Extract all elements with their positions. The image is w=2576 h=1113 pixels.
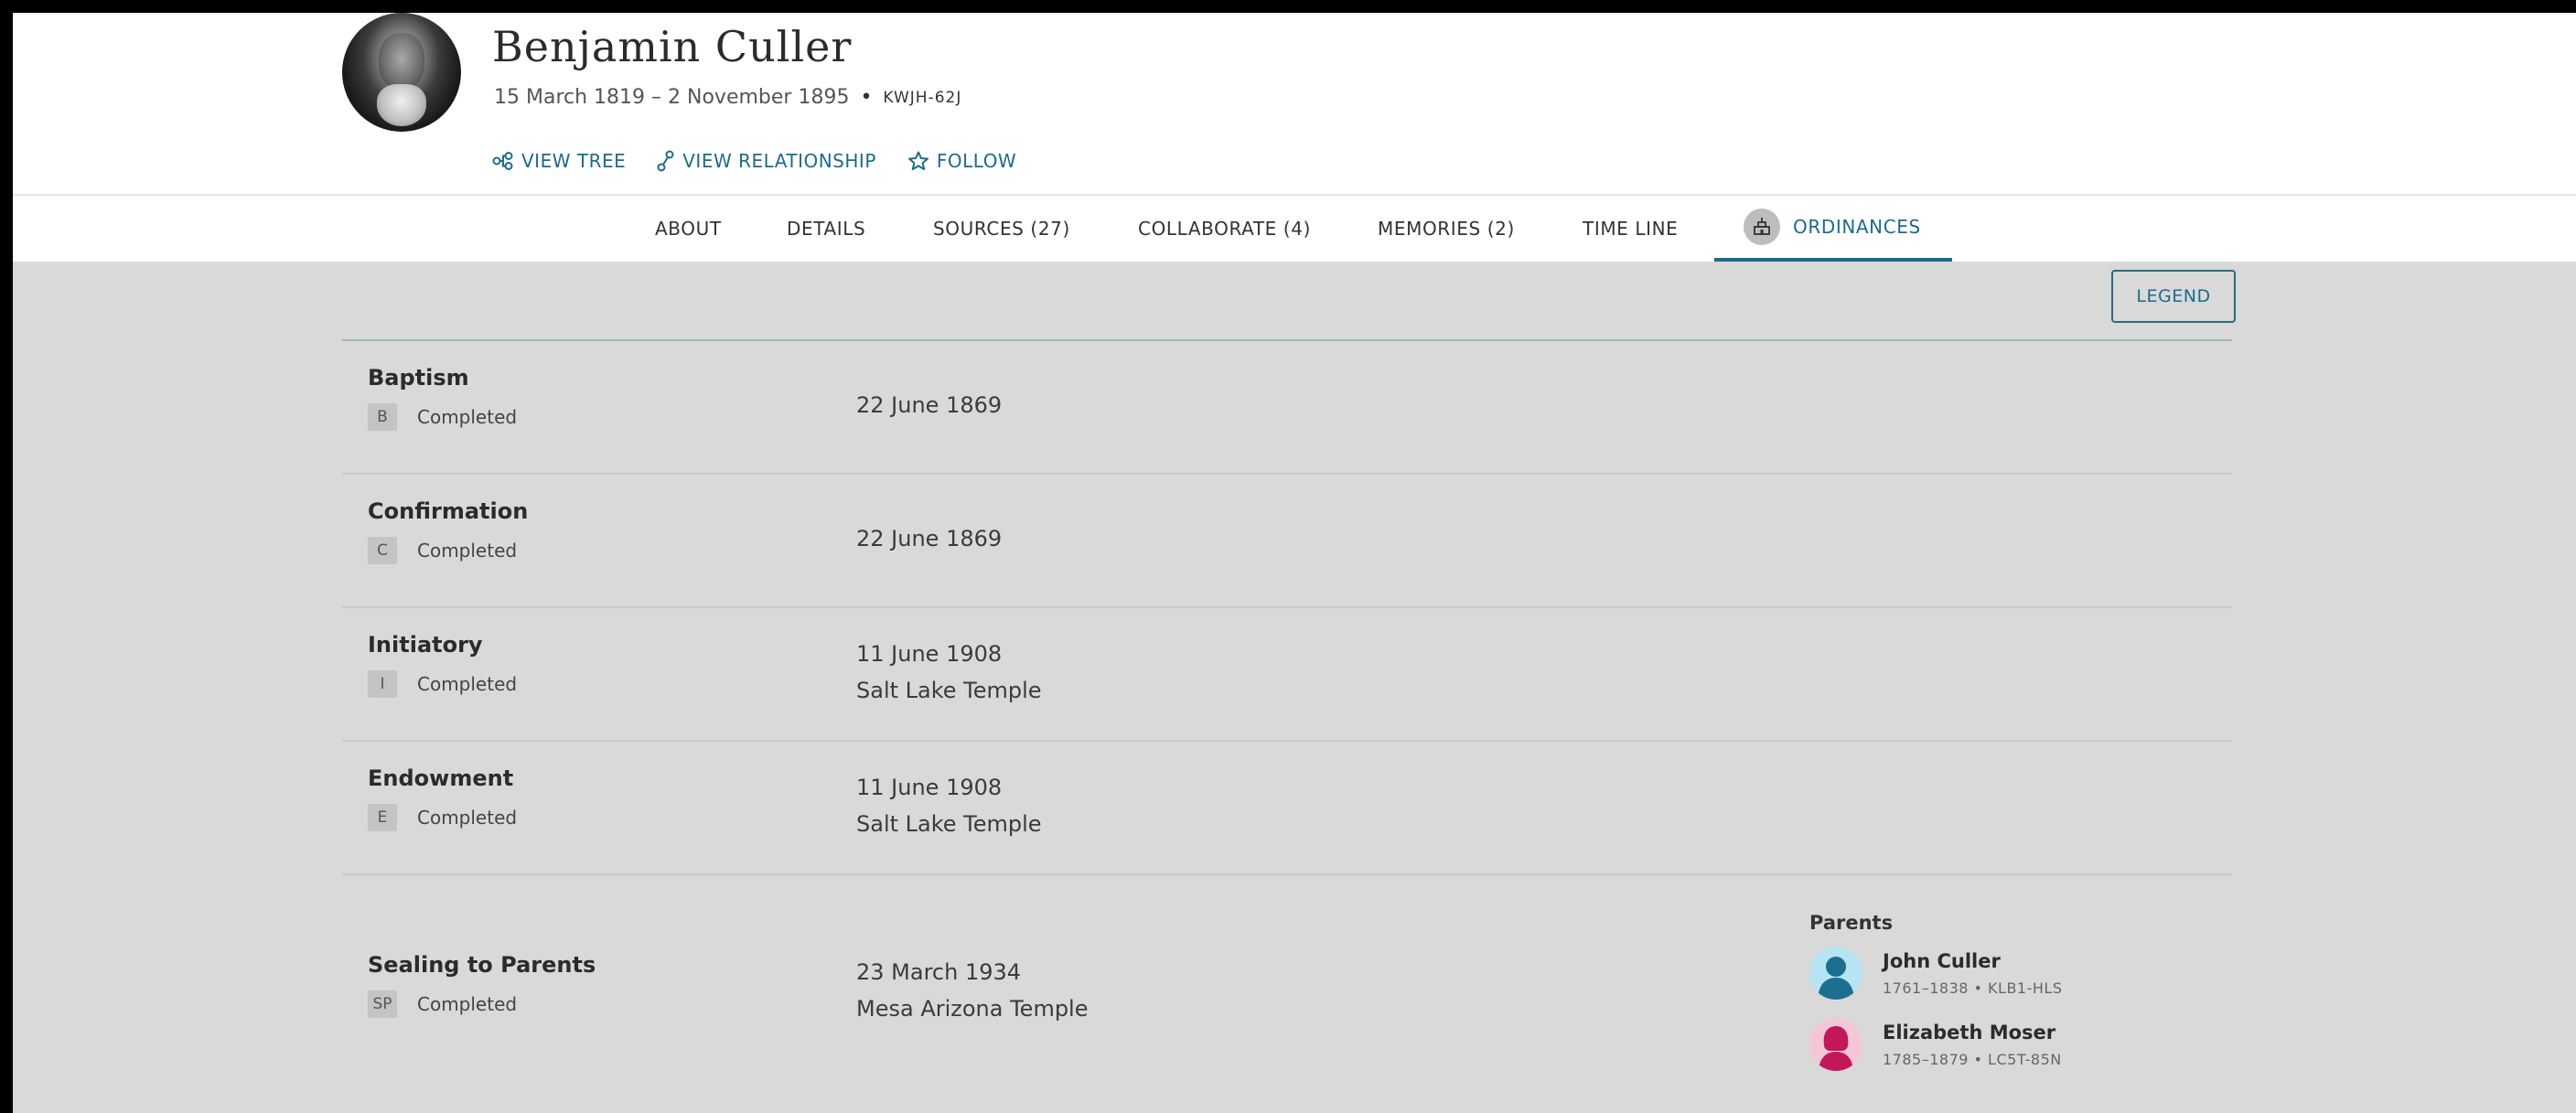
ordinance-row-confirmation[interactable]: Confirmation C Completed 22 June 1869	[342, 475, 2232, 608]
ordinance-title: Sealing to Parents	[368, 952, 596, 978]
tree-icon	[492, 152, 513, 170]
ordinance-date: 11 June 1908	[856, 775, 1003, 800]
ordinance-row-sealing-to-parents[interactable]: Sealing to Parents SP Completed 23 March…	[342, 875, 2232, 1113]
person-life-dates: 15 March 1819 – 2 November 1895	[494, 86, 850, 109]
tab-details[interactable]: DETAILS	[787, 196, 865, 262]
ordinance-row-baptism[interactable]: Baptism B Completed 22 June 1869	[342, 341, 2232, 475]
ordinance-status: E Completed	[368, 804, 517, 831]
tab-timeline-label: TIME LINE	[1583, 218, 1679, 240]
follow-label: FOLLOW	[936, 150, 1017, 172]
ordinance-temple: Salt Lake Temple	[856, 678, 1042, 703]
tab-timeline[interactable]: TIME LINE	[1583, 196, 1678, 262]
person-vitals: 15 March 1819 – 2 November 1895 • KWJH-6…	[494, 86, 961, 109]
parents-block: Parents John Culler 1761–1838 • KLB1-HLS	[1809, 912, 2062, 1089]
person-id[interactable]: KWJH-62J	[883, 89, 961, 107]
ordinance-date: 23 March 1934	[856, 959, 1022, 985]
parent-mother-info: Elizabeth Moser 1785–1879 • LC5T-85N	[1883, 1018, 2062, 1068]
parent-meta: 1761–1838 • KLB1-HLS	[1883, 979, 2063, 997]
ordinance-status-text: Completed	[417, 540, 518, 562]
parents-heading: Parents	[1809, 912, 1894, 934]
tab-about[interactable]: ABOUT	[655, 196, 722, 262]
portrait-beard	[377, 84, 426, 126]
ordinance-status: C Completed	[368, 537, 517, 564]
ordinance-status: SP Completed	[368, 990, 517, 1018]
ordinance-title: Endowment	[368, 765, 514, 791]
ordinances-list: Baptism B Completed 22 June 1869 Confirm…	[342, 339, 2232, 1113]
ordinance-badge: E	[368, 804, 397, 831]
person-name: Benjamin Culler	[492, 22, 853, 71]
parent-father[interactable]: John Culler 1761–1838 • KLB1-HLS	[1809, 947, 2062, 1000]
parent-father-info: John Culler 1761–1838 • KLB1-HLS	[1883, 947, 2062, 997]
ordinance-status-text: Completed	[417, 807, 518, 829]
ordinance-row-endowment[interactable]: Endowment E Completed 11 June 1908 Salt …	[342, 742, 2232, 875]
female-avatar-icon	[1809, 1018, 1862, 1071]
ordinance-date: 22 June 1869	[856, 526, 1003, 551]
tab-about-label: ABOUT	[655, 218, 722, 240]
portrait-face	[379, 33, 424, 90]
separator-dot: •	[860, 86, 873, 109]
ordinance-status-text: Completed	[417, 406, 518, 428]
ordinance-title: Initiatory	[368, 632, 483, 658]
ordinance-status: B Completed	[368, 403, 517, 431]
tab-ordinances-label: ORDINANCES	[1793, 216, 1921, 238]
view-tree-link[interactable]: VIEW TREE	[492, 150, 626, 172]
tab-ordinances[interactable]: ORDINANCES	[1714, 196, 1952, 262]
ordinance-status-text: Completed	[417, 673, 518, 695]
ordinance-badge: B	[368, 403, 397, 431]
ordinance-title: Confirmation	[368, 498, 529, 524]
ordinance-date: 11 June 1908	[856, 641, 1003, 667]
parent-mother[interactable]: Elizabeth Moser 1785–1879 • LC5T-85N	[1809, 1018, 2062, 1071]
person-actions: VIEW TREE VIEW RELATIONSHIP FOLLOW	[492, 150, 1016, 172]
tab-collaborate-label: COLLABORATE (4)	[1138, 218, 1311, 240]
tab-collaborate[interactable]: COLLABORATE (4)	[1138, 196, 1311, 262]
legend-button[interactable]: LEGEND	[2111, 270, 2236, 323]
tab-sources-label: SOURCES (27)	[933, 218, 1070, 240]
tab-memories-label: MEMORIES (2)	[1378, 218, 1515, 240]
parent-meta: 1785–1879 • LC5T-85N	[1883, 1051, 2062, 1068]
parent-name[interactable]: John Culler	[1883, 950, 2062, 972]
ordinance-title: Baptism	[368, 365, 469, 391]
view-relationship-label: VIEW RELATIONSHIP	[682, 150, 876, 172]
ordinance-temple: Mesa Arizona Temple	[856, 996, 1089, 1022]
ordinances-page: Benjamin Culler 15 March 1819 – 2 Novemb…	[13, 13, 2576, 1113]
person-tabs: ABOUT DETAILS SOURCES (27) COLLABORATE (…	[13, 194, 2576, 262]
tab-details-label: DETAILS	[787, 218, 866, 240]
parent-name[interactable]: Elizabeth Moser	[1883, 1022, 2062, 1043]
ordinance-badge: SP	[368, 990, 397, 1018]
relationship-icon	[657, 150, 674, 172]
ordinance-row-initiatory[interactable]: Initiatory I Completed 11 June 1908 Salt…	[342, 608, 2232, 742]
person-header: Benjamin Culler 15 March 1819 – 2 Novemb…	[13, 13, 2576, 262]
tab-memories[interactable]: MEMORIES (2)	[1378, 196, 1515, 262]
view-relationship-link[interactable]: VIEW RELATIONSHIP	[657, 150, 876, 172]
tab-sources[interactable]: SOURCES (27)	[933, 196, 1070, 262]
ordinance-badge: I	[368, 670, 397, 698]
person-portrait[interactable]	[342, 13, 461, 132]
ordinance-status-text: Completed	[417, 993, 518, 1015]
ordinance-status: I Completed	[368, 670, 517, 698]
ordinance-date: 22 June 1869	[856, 392, 1003, 418]
ordinance-temple: Salt Lake Temple	[856, 811, 1042, 837]
temple-icon	[1744, 209, 1780, 245]
male-avatar-icon	[1809, 947, 1862, 1000]
view-tree-label: VIEW TREE	[521, 150, 627, 172]
star-icon	[907, 151, 928, 171]
ordinance-badge: C	[368, 537, 397, 564]
follow-link[interactable]: FOLLOW	[907, 150, 1016, 172]
